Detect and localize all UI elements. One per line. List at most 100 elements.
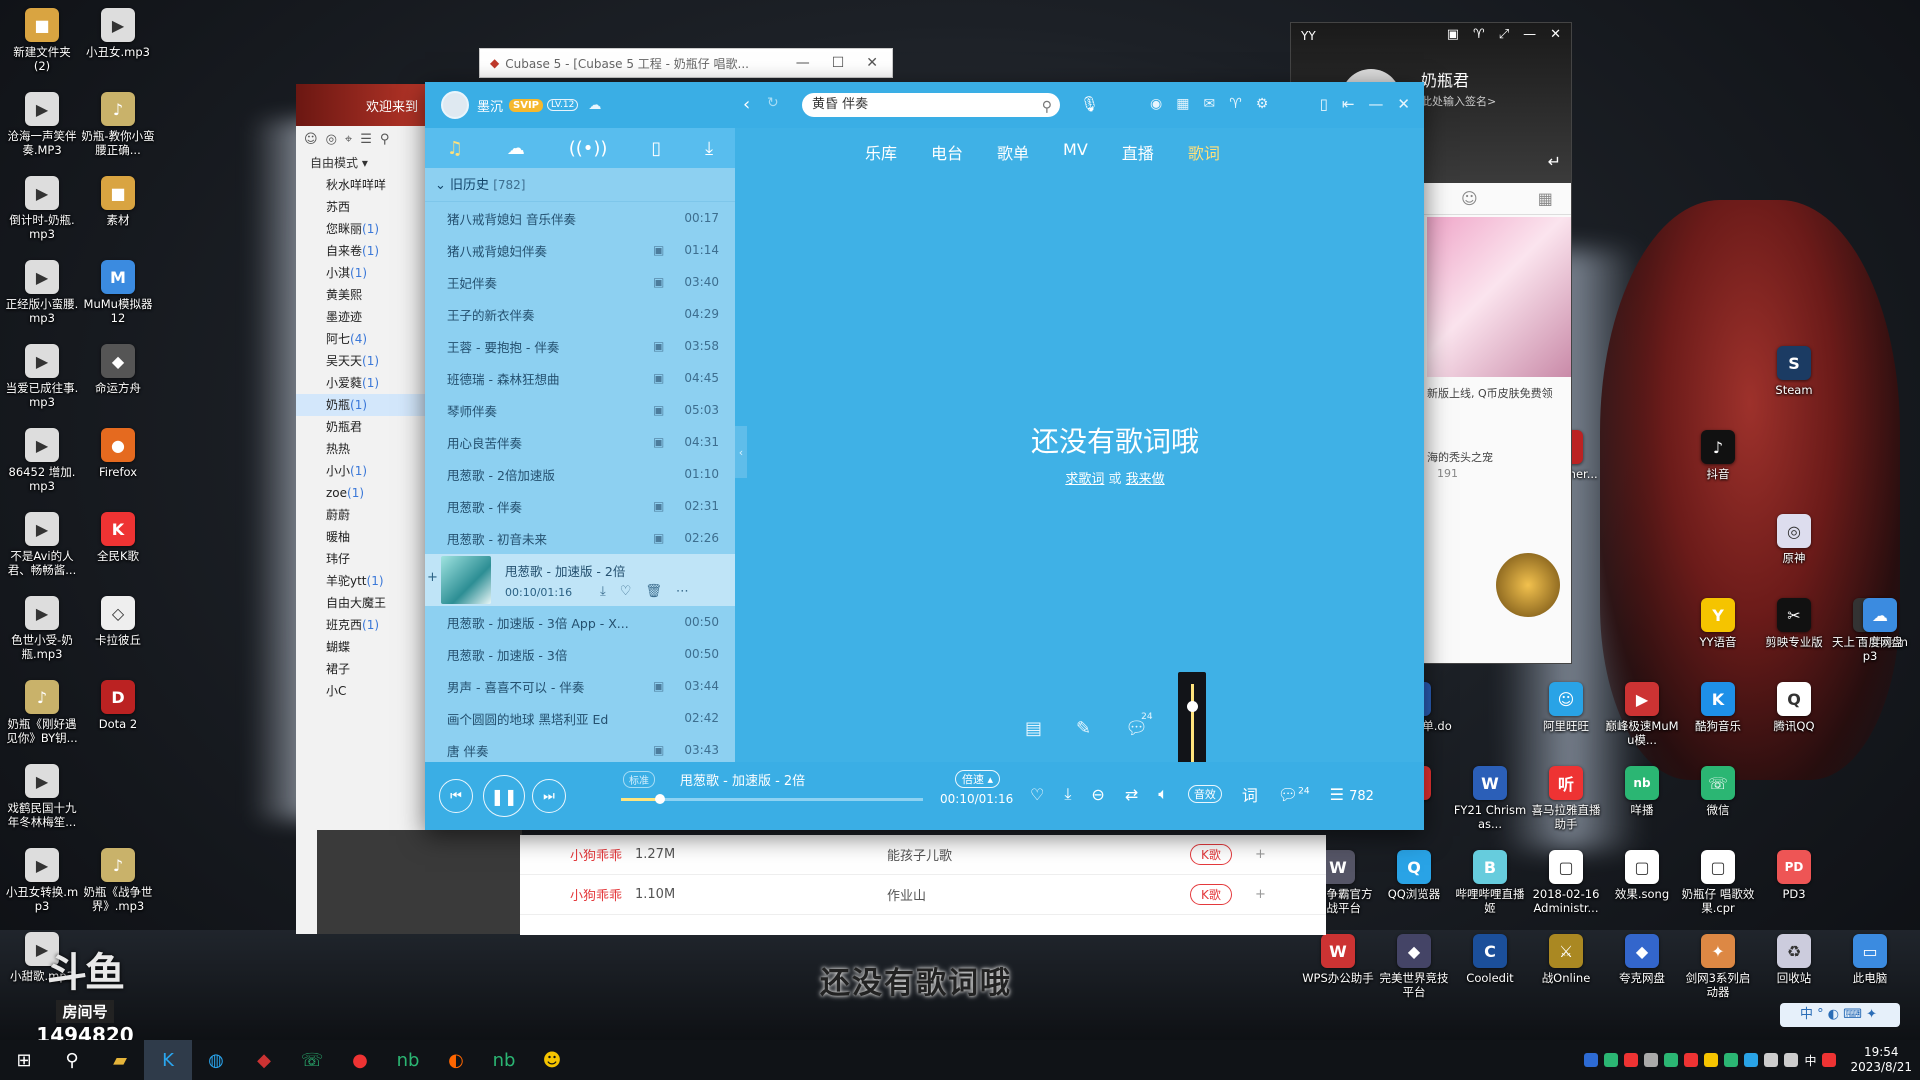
- mv-icon[interactable]: ▣: [653, 743, 671, 757]
- channel-member[interactable]: 吴天天(1): [296, 350, 441, 372]
- desktop-icon[interactable]: ▶ 小丑女转换.mp3: [4, 848, 80, 913]
- playlist-button[interactable]: ☰ 782: [1330, 785, 1374, 804]
- miebo-icon-2[interactable]: nb: [480, 1040, 528, 1080]
- list-item[interactable]: 唐 伴奏 ▣ 03:43: [425, 734, 735, 762]
- cubase-window-titlebar[interactable]: ◆ Cubase 5 - [Cubase 5 工程 - 奶瓶仔 唱歌... — ☐…: [479, 48, 893, 78]
- channel-member[interactable]: 暖柚: [296, 526, 441, 548]
- start-button[interactable]: ⊞: [0, 1040, 48, 1080]
- mv-icon[interactable]: ▣: [653, 499, 671, 513]
- desktop-icon[interactable]: ▶ 沧海一声笑伴奏.MP3: [4, 92, 80, 157]
- list-item[interactable]: 猪八戒背媳妇伴奏 ▣ 01:14: [425, 234, 735, 266]
- desktop-icon[interactable]: ▶ 当爱已成往事.mp3: [4, 344, 80, 409]
- channel-member[interactable]: 羊驼ytt(1): [296, 570, 441, 592]
- qq-browser-icon[interactable]: ◍: [192, 1040, 240, 1080]
- search-icon[interactable]: ⚲: [1042, 95, 1052, 119]
- desktop-icon[interactable]: ▶ 倒计时-奶瓶.mp3: [4, 176, 80, 241]
- desktop-icon[interactable]: ♪ 奶瓶《战争世界》.mp3: [80, 848, 156, 913]
- file-explorer-icon[interactable]: ▰: [96, 1040, 144, 1080]
- lyric-button[interactable]: 词: [1242, 782, 1258, 806]
- channel-member[interactable]: 秋水咩咩咩: [296, 174, 441, 196]
- desktop-icon[interactable]: D Dota 2: [80, 680, 156, 731]
- yy-badge-image[interactable]: [1496, 553, 1560, 617]
- desktop-icon[interactable]: ♻ 回收站: [1756, 934, 1832, 985]
- list-item[interactable]: 甩葱歌 - 初音未来 ▣ 02:26: [425, 522, 735, 554]
- desktop-icon[interactable]: C Cooledit: [1452, 934, 1528, 985]
- wechat-icon[interactable]: [1724, 1053, 1739, 1067]
- channel-member[interactable]: 苏西: [296, 196, 441, 218]
- dock-icon[interactable]: ⇤: [1342, 95, 1355, 113]
- enter-icon[interactable]: ↵: [1548, 152, 1561, 171]
- network-icon[interactable]: [1764, 1053, 1779, 1067]
- edit-lyric-icon[interactable]: ✎: [1076, 718, 1091, 739]
- mic-icon[interactable]: ◎: [326, 132, 337, 147]
- channel-member[interactable]: 小淇(1): [296, 262, 441, 284]
- desktop-icon[interactable]: ● Firefox: [80, 428, 156, 479]
- list-item[interactable]: 甩葱歌 - 伴奏 ▣ 02:31: [425, 490, 735, 522]
- yy-taskbar-icon[interactable]: ☻: [528, 1040, 576, 1080]
- desktop-icon[interactable]: ◆ 完美世界竞技平台: [1376, 934, 1452, 999]
- desktop-icon[interactable]: ▶ 不是Avi的人君、畅畅酱...: [4, 512, 80, 577]
- cloud-icon[interactable]: ☁: [588, 98, 601, 113]
- tray-app-icon[interactable]: [1624, 1053, 1639, 1067]
- download-icon[interactable]: ⤓: [1064, 784, 1071, 804]
- search-input[interactable]: 黄昏 伴奏 ⚲: [802, 93, 1060, 117]
- search-icon[interactable]: ⚲: [380, 132, 390, 147]
- repeat-icon[interactable]: ⇄: [1125, 785, 1138, 804]
- location-icon[interactable]: ⌖: [345, 132, 352, 147]
- desktop-icon[interactable]: B 哔哩哔哩直播姬: [1452, 850, 1528, 915]
- tray-app-icon[interactable]: [1664, 1053, 1679, 1067]
- desktop-icon[interactable]: ◆ 命运方舟: [80, 344, 156, 395]
- channel-member[interactable]: 您眯丽(1): [296, 218, 441, 240]
- user-icon[interactable]: ☺: [304, 132, 318, 147]
- channel-member[interactable]: 玮仔: [296, 548, 441, 570]
- kugou-taskbar-icon[interactable]: K: [144, 1040, 192, 1080]
- channel-member[interactable]: 裙子: [296, 658, 441, 680]
- add-icon[interactable]: +: [427, 570, 438, 585]
- previous-button[interactable]: ⏮: [439, 779, 473, 813]
- desktop-icon[interactable]: 听喜马拉雅直播助手: [1528, 766, 1604, 831]
- channel-member[interactable]: zoe(1): [296, 482, 441, 504]
- music-note-icon[interactable]: ♫: [447, 138, 463, 159]
- shield-icon[interactable]: [1584, 1053, 1599, 1067]
- volume-knob[interactable]: [1187, 700, 1198, 712]
- minimize-icon[interactable]: —: [1368, 95, 1383, 113]
- mic-icon[interactable]: 🎙︎: [1080, 95, 1099, 113]
- karaoke-button[interactable]: K歌: [1190, 844, 1232, 865]
- mv-icon[interactable]: ▣: [653, 275, 671, 289]
- speed-button[interactable]: 倍速 ▴: [955, 770, 1001, 788]
- next-button[interactable]: ⏭: [532, 779, 566, 813]
- desktop-icon[interactable]: Y YY语音: [1680, 598, 1756, 649]
- desktop-icon[interactable]: W FY21 Chrismas...: [1452, 766, 1528, 831]
- desktop-icon[interactable]: ⚔ 战Online: [1528, 934, 1604, 985]
- yy-banner-image[interactable]: [1427, 217, 1571, 377]
- mv-icon[interactable]: ▣: [653, 339, 671, 353]
- minimize-icon[interactable]: —: [1523, 27, 1536, 42]
- tab-2[interactable]: 歌单: [997, 140, 1029, 164]
- list-item[interactable]: 画个圆圆的地球 黑塔利亚 Ed 02:42: [425, 702, 735, 734]
- mv-icon[interactable]: ▣: [653, 531, 671, 545]
- tray-app-icon[interactable]: [1744, 1053, 1759, 1067]
- cloud-icon[interactable]: ☁: [507, 138, 525, 159]
- history-header[interactable]: ⌄ 旧历史 [782]: [425, 168, 735, 202]
- ime-toolbar[interactable]: 中 ° ◐ ⌨ ✦: [1780, 1003, 1900, 1027]
- list-item[interactable]: 甩葱歌 - 2倍加速版 01:10: [425, 458, 735, 490]
- list-item[interactable]: 王蓉 - 要抱抱 - 伴奏 ▣ 03:58: [425, 330, 735, 362]
- karaoke-button[interactable]: K歌: [1190, 884, 1232, 905]
- desktop-icon[interactable]: ■ 素材: [80, 176, 156, 227]
- desktop-icon[interactable]: K 全民K歌: [80, 512, 156, 563]
- more-icon[interactable]: ⋯: [676, 584, 689, 599]
- channel-member[interactable]: 自由大魔王: [296, 592, 441, 614]
- skin-icon[interactable]: ▣: [1447, 27, 1459, 42]
- desktop-icon[interactable]: ◆ 夸克网盘: [1604, 934, 1680, 985]
- shirt-icon[interactable]: ♈: [1473, 27, 1485, 42]
- close-icon[interactable]: ✕: [866, 55, 878, 71]
- desktop-icon[interactable]: ♪ 奶瓶-教你小蛮腰正确...: [80, 92, 156, 157]
- mail-icon[interactable]: ✉: [1203, 96, 1215, 112]
- close-icon[interactable]: ✕: [1550, 27, 1561, 42]
- list-item[interactable]: 王子的新衣伴奏 04:29: [425, 298, 735, 330]
- search-icon[interactable]: ⚲: [48, 1040, 96, 1080]
- apps-icon[interactable]: ▦: [1538, 189, 1553, 208]
- download-icon[interactable]: ⤓: [705, 138, 713, 159]
- comment-icon[interactable]: 💬︎24: [1125, 712, 1152, 739]
- tray-app-icon[interactable]: [1604, 1053, 1619, 1067]
